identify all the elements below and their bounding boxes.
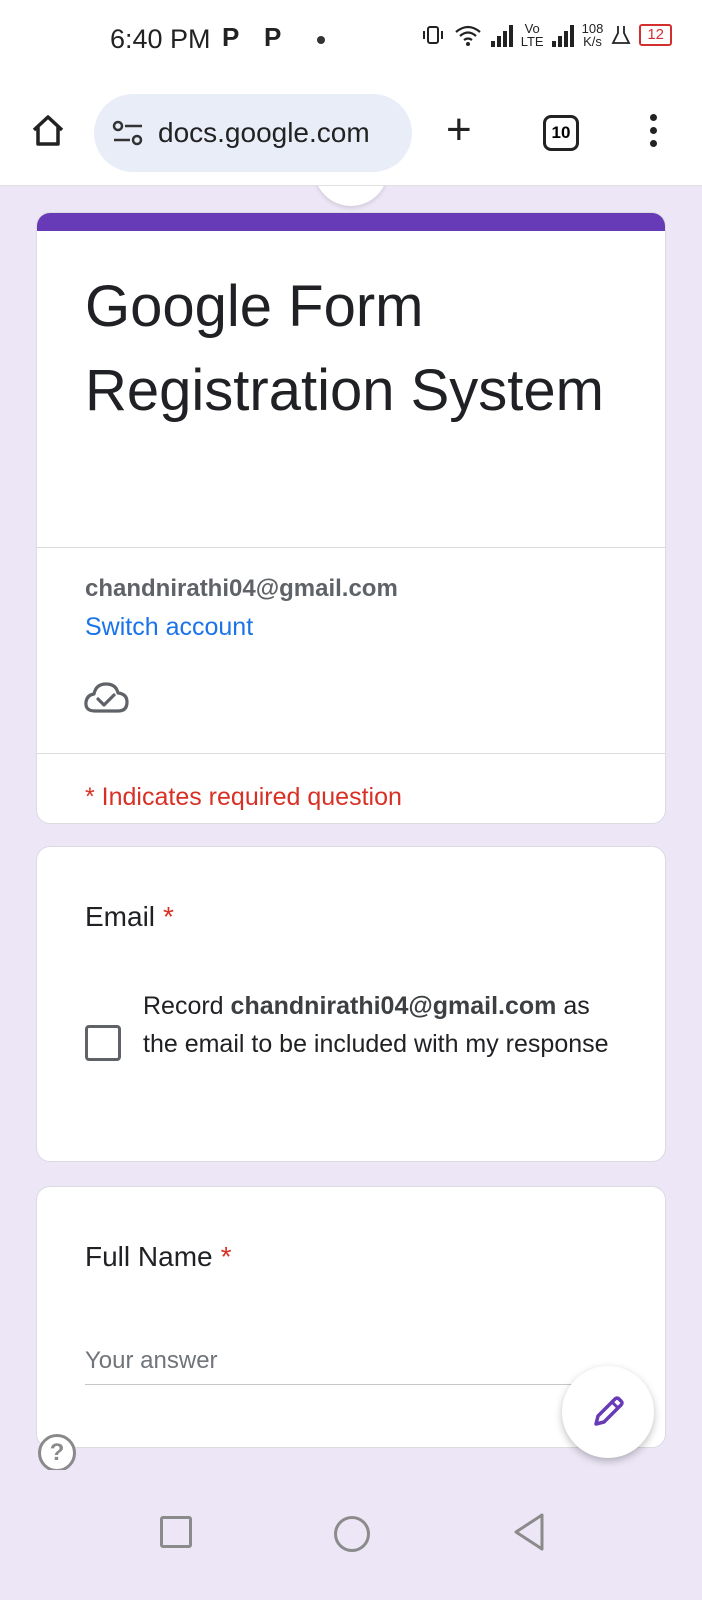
notification-p-icon: P (222, 22, 240, 52)
form-title: Google Form Registration System (85, 274, 604, 423)
address-bar[interactable]: docs.google.com (94, 94, 412, 172)
back-icon[interactable] (512, 1512, 546, 1552)
browser-toolbar: docs.google.com + 10 (0, 80, 702, 186)
cloud-done-icon (84, 682, 129, 713)
pull-to-refresh-handle (314, 186, 388, 206)
signal-bars-icon (490, 23, 513, 47)
signal-bars-icon (551, 23, 574, 47)
status-icons: Vo LTE 108 K/s 12 (421, 22, 672, 48)
notification-p-icon: P (264, 22, 282, 52)
recents-button[interactable] (160, 1516, 192, 1548)
flask-icon (611, 26, 631, 44)
form-accent-bar (37, 213, 665, 231)
required-note: * Indicates required question (85, 783, 402, 811)
edit-fab-button[interactable] (562, 1366, 654, 1458)
required-asterisk: * (220, 1241, 232, 1272)
battery-indicator: 12 (639, 24, 672, 46)
status-bar: 6:40 PM P P Vo LTE 108 K/s 12 (0, 0, 702, 80)
divider (37, 753, 665, 754)
home-icon[interactable] (28, 110, 68, 150)
full-name-input[interactable] (85, 1337, 605, 1385)
tab-switcher-button[interactable]: 10 (543, 115, 579, 151)
clock: 6:40 PM (110, 24, 211, 54)
volte-indicator: Vo LTE (520, 21, 544, 49)
help-icon[interactable]: ? (38, 1434, 76, 1470)
form-page: Google Form Registration System chandnir… (0, 186, 702, 1470)
home-nav-button[interactable] (334, 1516, 370, 1552)
question-card-email: Email * Record chandnirathi04@gmail.com a… (36, 846, 666, 1162)
network-speed: 108 K/s (581, 21, 604, 49)
divider (37, 547, 665, 548)
record-email-label[interactable]: Record chandnirathi04@gmail.com as the e… (143, 987, 623, 1063)
account-email: chandnirathi04@gmail.com (85, 575, 398, 602)
question-title: Full Name * (85, 1241, 232, 1272)
system-nav-bar (0, 1470, 702, 1600)
form-header-card: Google Form Registration System chandnir… (36, 212, 666, 824)
more-menu-icon[interactable] (650, 114, 657, 147)
question-title: Email * (85, 901, 174, 932)
pencil-icon (594, 1396, 624, 1426)
wifi-icon (455, 25, 481, 46)
vibrate-icon (422, 26, 443, 44)
url-text: docs.google.com (158, 117, 370, 148)
more-notifications-dot (317, 36, 325, 44)
record-email-checkbox[interactable] (85, 1025, 121, 1061)
tune-icon[interactable] (112, 119, 144, 147)
switch-account-link[interactable]: Switch account (85, 613, 253, 642)
required-asterisk: * (163, 901, 174, 932)
new-tab-button[interactable]: + (446, 108, 472, 152)
